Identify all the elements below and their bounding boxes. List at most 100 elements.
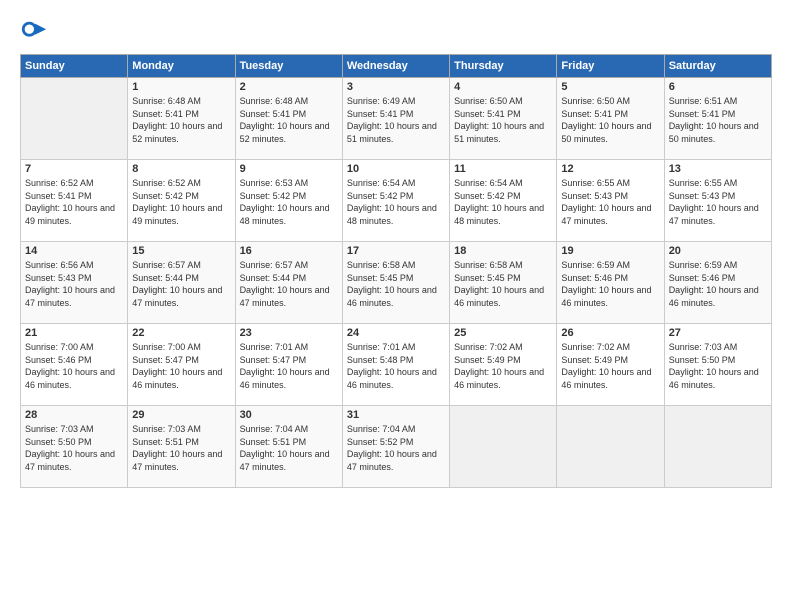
day-number: 7 — [25, 163, 123, 175]
day-info: Sunrise: 6:55 AMSunset: 5:43 PMDaylight:… — [561, 177, 659, 227]
calendar-week-row: 21Sunrise: 7:00 AMSunset: 5:46 PMDayligh… — [21, 324, 772, 406]
day-number: 13 — [669, 163, 767, 175]
weekday-header-cell: Friday — [557, 55, 664, 78]
day-info: Sunrise: 6:56 AMSunset: 5:43 PMDaylight:… — [25, 259, 123, 309]
calendar-cell: 21Sunrise: 7:00 AMSunset: 5:46 PMDayligh… — [21, 324, 128, 406]
weekday-header-cell: Saturday — [664, 55, 771, 78]
weekday-header-cell: Thursday — [450, 55, 557, 78]
weekday-header-cell: Wednesday — [342, 55, 449, 78]
calendar-week-row: 7 Sunrise: 6:52 AMSunset: 5:41 PMDaylight… — [21, 160, 772, 242]
weekday-header-cell: Tuesday — [235, 55, 342, 78]
day-info: Sunrise: 6:59 AMSunset: 5:46 PMDaylight:… — [669, 259, 767, 309]
day-number: 6 — [669, 81, 767, 93]
day-info: Sunrise: 6:54 AMSunset: 5:42 PMDaylight:… — [454, 177, 552, 227]
calendar-table: SundayMondayTuesdayWednesdayThursdayFrid… — [20, 54, 772, 488]
day-number: 19 — [561, 245, 659, 257]
calendar-cell: 4Sunrise: 6:50 AMSunset: 5:41 PMDaylight… — [450, 78, 557, 160]
day-number: 25 — [454, 327, 552, 339]
day-info: Sunrise: 6:58 AMSunset: 5:45 PMDaylight:… — [347, 259, 445, 309]
day-number: 11 — [454, 163, 552, 175]
day-number: 23 — [240, 327, 338, 339]
day-number: 10 — [347, 163, 445, 175]
day-info: Sunrise: 6:52 AMSunset: 5:42 PMDaylight:… — [132, 177, 230, 227]
calendar-cell: 10 Sunrise: 6:54 AMSunset: 5:42 PMDayligh… — [342, 160, 449, 242]
day-number: 8 — [132, 163, 230, 175]
calendar-cell: 7 Sunrise: 6:52 AMSunset: 5:41 PMDaylight… — [21, 160, 128, 242]
day-info: Sunrise: 7:01 AMSunset: 5:47 PMDaylight:… — [240, 341, 338, 391]
calendar-cell: 6 Sunrise: 6:51 AMSunset: 5:41 PMDaylight… — [664, 78, 771, 160]
day-info: Sunrise: 7:04 AMSunset: 5:51 PMDaylight:… — [240, 423, 338, 473]
calendar-cell: 8 Sunrise: 6:52 AMSunset: 5:42 PMDaylight… — [128, 160, 235, 242]
calendar-cell: 23 Sunrise: 7:01 AMSunset: 5:47 PMDayligh… — [235, 324, 342, 406]
calendar-cell: 30 Sunrise: 7:04 AMSunset: 5:51 PMDayligh… — [235, 406, 342, 488]
day-number: 5 — [561, 81, 659, 93]
day-info: Sunrise: 6:52 AMSunset: 5:41 PMDaylight:… — [25, 177, 123, 227]
day-number: 3 — [347, 81, 445, 93]
day-info: Sunrise: 6:59 AMSunset: 5:46 PMDaylight:… — [561, 259, 659, 309]
calendar-cell: 14 Sunrise: 6:56 AMSunset: 5:43 PMDayligh… — [21, 242, 128, 324]
calendar-cell: 17 Sunrise: 6:58 AMSunset: 5:45 PMDayligh… — [342, 242, 449, 324]
day-number: 16 — [240, 245, 338, 257]
day-info: Sunrise: 6:54 AMSunset: 5:42 PMDaylight:… — [347, 177, 445, 227]
day-number: 26 — [561, 327, 659, 339]
calendar-cell — [450, 406, 557, 488]
calendar-cell: 19 Sunrise: 6:59 AMSunset: 5:46 PMDayligh… — [557, 242, 664, 324]
calendar-week-row: 28 Sunrise: 7:03 AMSunset: 5:50 PMDayligh… — [21, 406, 772, 488]
weekday-header-cell: Sunday — [21, 55, 128, 78]
calendar-cell: 9Sunrise: 6:53 AMSunset: 5:42 PMDaylight… — [235, 160, 342, 242]
page: SundayMondayTuesdayWednesdayThursdayFrid… — [0, 0, 792, 612]
day-info: Sunrise: 6:55 AMSunset: 5:43 PMDaylight:… — [669, 177, 767, 227]
calendar-cell: 11 Sunrise: 6:54 AMSunset: 5:42 PMDayligh… — [450, 160, 557, 242]
calendar-cell: 27 Sunrise: 7:03 AMSunset: 5:50 PMDayligh… — [664, 324, 771, 406]
logo — [20, 18, 52, 46]
calendar-cell: 12Sunrise: 6:55 AMSunset: 5:43 PMDayligh… — [557, 160, 664, 242]
day-info: Sunrise: 6:49 AMSunset: 5:41 PMDaylight:… — [347, 95, 445, 145]
calendar-cell: 16 Sunrise: 6:57 AMSunset: 5:44 PMDayligh… — [235, 242, 342, 324]
calendar-cell: 24 Sunrise: 7:01 AMSunset: 5:48 PMDayligh… — [342, 324, 449, 406]
calendar-cell: 18 Sunrise: 6:58 AMSunset: 5:45 PMDayligh… — [450, 242, 557, 324]
day-number: 29 — [132, 409, 230, 421]
calendar-cell: 28 Sunrise: 7:03 AMSunset: 5:50 PMDayligh… — [21, 406, 128, 488]
calendar-cell: 20 Sunrise: 6:59 AMSunset: 5:46 PMDayligh… — [664, 242, 771, 324]
calendar-cell: 2Sunrise: 6:48 AMSunset: 5:41 PMDaylight… — [235, 78, 342, 160]
calendar-week-row: 14 Sunrise: 6:56 AMSunset: 5:43 PMDayligh… — [21, 242, 772, 324]
calendar-cell: 31Sunrise: 7:04 AMSunset: 5:52 PMDayligh… — [342, 406, 449, 488]
calendar-cell: 1Sunrise: 6:48 AMSunset: 5:41 PMDaylight… — [128, 78, 235, 160]
day-number: 17 — [347, 245, 445, 257]
day-info: Sunrise: 7:03 AMSunset: 5:50 PMDaylight:… — [669, 341, 767, 391]
day-number: 22 — [132, 327, 230, 339]
day-info: Sunrise: 6:53 AMSunset: 5:42 PMDaylight:… — [240, 177, 338, 227]
day-info: Sunrise: 7:00 AMSunset: 5:47 PMDaylight:… — [132, 341, 230, 391]
day-info: Sunrise: 7:02 AMSunset: 5:49 PMDaylight:… — [454, 341, 552, 391]
day-info: Sunrise: 7:01 AMSunset: 5:48 PMDaylight:… — [347, 341, 445, 391]
day-info: Sunrise: 7:02 AMSunset: 5:49 PMDaylight:… — [561, 341, 659, 391]
weekday-header-cell: Monday — [128, 55, 235, 78]
calendar-cell: 15Sunrise: 6:57 AMSunset: 5:44 PMDayligh… — [128, 242, 235, 324]
logo-icon — [20, 18, 48, 46]
calendar-cell: 22 Sunrise: 7:00 AMSunset: 5:47 PMDayligh… — [128, 324, 235, 406]
calendar-week-row: 1Sunrise: 6:48 AMSunset: 5:41 PMDaylight… — [21, 78, 772, 160]
calendar-cell: 25 Sunrise: 7:02 AMSunset: 5:49 PMDayligh… — [450, 324, 557, 406]
day-number: 14 — [25, 245, 123, 257]
calendar-cell — [664, 406, 771, 488]
calendar-cell: 13 Sunrise: 6:55 AMSunset: 5:43 PMDayligh… — [664, 160, 771, 242]
day-info: Sunrise: 7:03 AMSunset: 5:51 PMDaylight:… — [132, 423, 230, 473]
day-info: Sunrise: 6:58 AMSunset: 5:45 PMDaylight:… — [454, 259, 552, 309]
day-info: Sunrise: 7:00 AMSunset: 5:46 PMDaylight:… — [25, 341, 123, 391]
day-number: 30 — [240, 409, 338, 421]
day-number: 31 — [347, 409, 445, 421]
weekday-header-row: SundayMondayTuesdayWednesdayThursdayFrid… — [21, 55, 772, 78]
day-info: Sunrise: 6:57 AMSunset: 5:44 PMDaylight:… — [240, 259, 338, 309]
calendar-cell: 5 Sunrise: 6:50 AMSunset: 5:41 PMDaylight… — [557, 78, 664, 160]
calendar-cell — [21, 78, 128, 160]
day-info: Sunrise: 6:51 AMSunset: 5:41 PMDaylight:… — [669, 95, 767, 145]
day-number: 2 — [240, 81, 338, 93]
day-number: 18 — [454, 245, 552, 257]
day-number: 27 — [669, 327, 767, 339]
day-number: 28 — [25, 409, 123, 421]
day-info: Sunrise: 7:03 AMSunset: 5:50 PMDaylight:… — [25, 423, 123, 473]
day-info: Sunrise: 6:50 AMSunset: 5:41 PMDaylight:… — [561, 95, 659, 145]
day-number: 20 — [669, 245, 767, 257]
day-number: 24 — [347, 327, 445, 339]
calendar-cell: 26 Sunrise: 7:02 AMSunset: 5:49 PMDayligh… — [557, 324, 664, 406]
